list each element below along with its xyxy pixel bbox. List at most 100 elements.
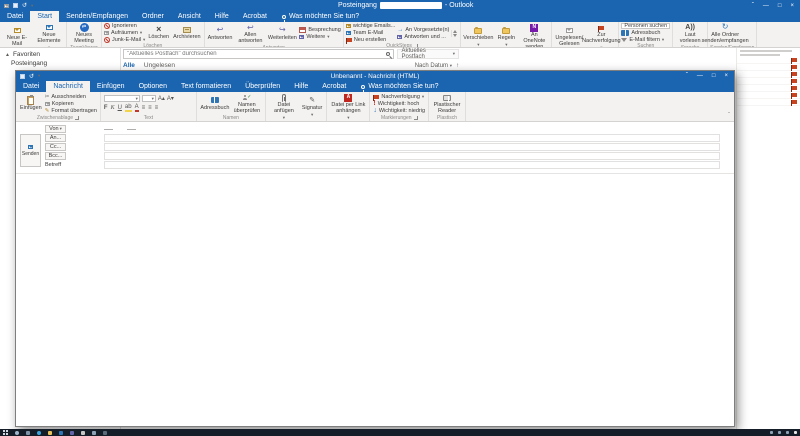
tab-datei[interactable]: Datei (16, 81, 46, 92)
unread-read-button[interactable]: Ungelesen/ Gelesen (554, 26, 584, 48)
tab-acrobat[interactable]: Acrobat (315, 81, 353, 92)
tray-icon[interactable] (786, 431, 789, 434)
app-icon[interactable] (81, 431, 85, 435)
reply-all-button[interactable]: ↩ Allen antworten (235, 23, 265, 45)
maximize-icon[interactable]: □ (778, 3, 782, 9)
task-row[interactable] (737, 57, 800, 64)
format-painter-button[interactable]: ✎ Format übertragen (45, 108, 97, 114)
from-button[interactable]: Von ▾ (45, 125, 66, 133)
qat-caret-icon[interactable]: ▾ (38, 73, 40, 79)
addressbook-button[interactable]: Adressbuch (621, 30, 670, 36)
cut-button[interactable]: ✂ Ausschneiden (45, 94, 97, 100)
quickstep-to-manager[interactable]: → An Vorgesetzte(n) (397, 27, 449, 33)
message-body[interactable] (16, 174, 734, 426)
quicksteps-gallery-scroll[interactable] (451, 30, 458, 37)
task-row[interactable] (737, 99, 800, 106)
tab-senden-empfangen[interactable]: Senden/Empfangen (59, 11, 135, 22)
task-row[interactable] (737, 85, 800, 92)
undo-icon[interactable]: ↺ (22, 2, 27, 9)
ignore-button[interactable]: Ignorieren (104, 23, 145, 29)
italic-icon[interactable]: K (111, 105, 115, 111)
tab-start[interactable]: Start (30, 11, 59, 22)
numbered-list-icon[interactable]: ≡ (148, 105, 152, 111)
favorites-header[interactable]: ▲ Favoriten (0, 48, 120, 59)
bold-icon[interactable]: F (104, 105, 108, 111)
followup-flag-icon[interactable] (792, 79, 797, 83)
tellme-box[interactable]: Was möchten Sie tun? (274, 11, 367, 22)
tab-text-formatieren[interactable]: Text formatieren (174, 81, 238, 92)
align-icon[interactable]: ≡ (155, 105, 159, 111)
font-size-combo[interactable]: ▾ (142, 95, 156, 102)
task-row[interactable] (737, 64, 800, 71)
quickstep-team-email[interactable]: Team E-Mail (346, 30, 396, 36)
sort-direction-icon[interactable]: ↑ (456, 63, 459, 69)
tab-ordner[interactable]: Ordner (135, 11, 171, 22)
copy-button[interactable]: Kopieren (45, 101, 97, 107)
tab-optionen[interactable]: Optionen (132, 81, 174, 92)
search-people-box[interactable]: Personen suchen (621, 23, 670, 29)
archive-button[interactable]: Archivieren (172, 25, 202, 41)
followup-flag-icon[interactable] (792, 86, 797, 90)
delete-button[interactable]: × Löschen (147, 25, 170, 41)
dialog-launcher-icon[interactable] (75, 116, 79, 120)
signature-button[interactable]: ✎ Signatur ▾ (301, 96, 324, 118)
meeting-button[interactable]: Besprechung (299, 27, 340, 33)
new-email-button[interactable]: Neue E-Mail (2, 26, 32, 48)
bullet-list-icon[interactable]: ≡ (142, 105, 146, 111)
new-items-button[interactable]: Neue Elemente ▾ (34, 23, 64, 48)
close-icon[interactable]: × (790, 3, 794, 9)
font-family-combo[interactable]: ▾ (104, 95, 140, 102)
filter-alle[interactable]: Alle (123, 62, 135, 69)
attach-file-button[interactable]: Datei anfügen ▾ (269, 93, 299, 121)
shrink-font-icon[interactable]: A▾ (167, 96, 174, 102)
cc-button[interactable]: Cc... (45, 143, 66, 151)
maximize-icon[interactable]: □ (712, 73, 716, 79)
task-row[interactable] (737, 78, 800, 85)
rules-button[interactable]: Regeln ▾ (495, 26, 517, 48)
followup-flag-icon[interactable] (792, 100, 797, 104)
quickstep-reply-delete[interactable]: Antworten und ... (397, 34, 449, 40)
cc-input[interactable] (104, 143, 720, 151)
tab-acrobat[interactable]: Acrobat (236, 11, 274, 22)
tab-hilfe[interactable]: Hilfe (208, 11, 236, 22)
underline-icon[interactable]: U (118, 105, 122, 111)
tab-hilfe[interactable]: Hilfe (287, 81, 315, 92)
highlight-icon[interactable]: ab (125, 104, 132, 112)
bcc-button[interactable]: Bcc... (45, 152, 66, 160)
subject-input[interactable] (104, 161, 720, 169)
followup-flag-icon[interactable] (792, 93, 797, 97)
to-input[interactable] (104, 134, 720, 142)
clock-icon[interactable] (794, 431, 797, 434)
paste-button[interactable]: Einfügen (19, 96, 43, 112)
qat-caret-icon[interactable]: ▾ (31, 3, 33, 9)
close-icon[interactable]: × (724, 73, 728, 79)
send-receive-all-button[interactable]: ↻ Alle Ordner senden/empfangen (710, 23, 740, 45)
teamviewer-meeting-button[interactable]: ⇄ Neues Meeting (69, 23, 99, 45)
grow-font-icon[interactable]: A▴ (158, 96, 165, 102)
addressbook-button[interactable]: Adressbuch (200, 96, 230, 112)
minimize-icon[interactable]: — (697, 73, 703, 79)
app-icon[interactable] (103, 431, 107, 435)
quickstep-important[interactable]: wichtige Emails... (346, 23, 396, 29)
followup-flag-icon[interactable] (792, 72, 797, 76)
check-names-button[interactable]: ✓ Namen überprüfen (232, 93, 262, 115)
tab-einfuegen[interactable]: Einfügen (90, 81, 132, 92)
teams-icon[interactable] (70, 431, 74, 435)
followup-flag-icon[interactable] (792, 58, 797, 62)
save-icon[interactable] (20, 74, 25, 79)
ribbon-display-options-icon[interactable]: ˆ (752, 3, 754, 9)
task-row[interactable] (737, 92, 800, 99)
more-respond-button[interactable]: Weitere ▾ (299, 34, 340, 40)
sidebar-item-posteingang[interactable]: Posteingang (0, 59, 120, 67)
file-explorer-icon[interactable] (48, 431, 52, 435)
attach-via-link-button[interactable]: A Datei per Link anhängen ▾ (330, 93, 366, 121)
followup-button[interactable]: Zur Nachverfolgung ▾ (586, 23, 616, 48)
taskbar-search-icon[interactable] (15, 431, 19, 435)
search-scope-dropdown[interactable]: Aktuelles Postfach ▾ (397, 49, 459, 59)
minimize-icon[interactable]: — (763, 3, 769, 9)
outlook-taskbar-icon[interactable] (59, 431, 63, 435)
followup-button[interactable]: Nachverfolgung ▾ (373, 94, 425, 100)
mailbox-search-box[interactable] (123, 49, 394, 59)
mailbox-search-input[interactable] (127, 51, 386, 57)
filter-ungelesen[interactable]: Ungelesen (144, 62, 175, 69)
